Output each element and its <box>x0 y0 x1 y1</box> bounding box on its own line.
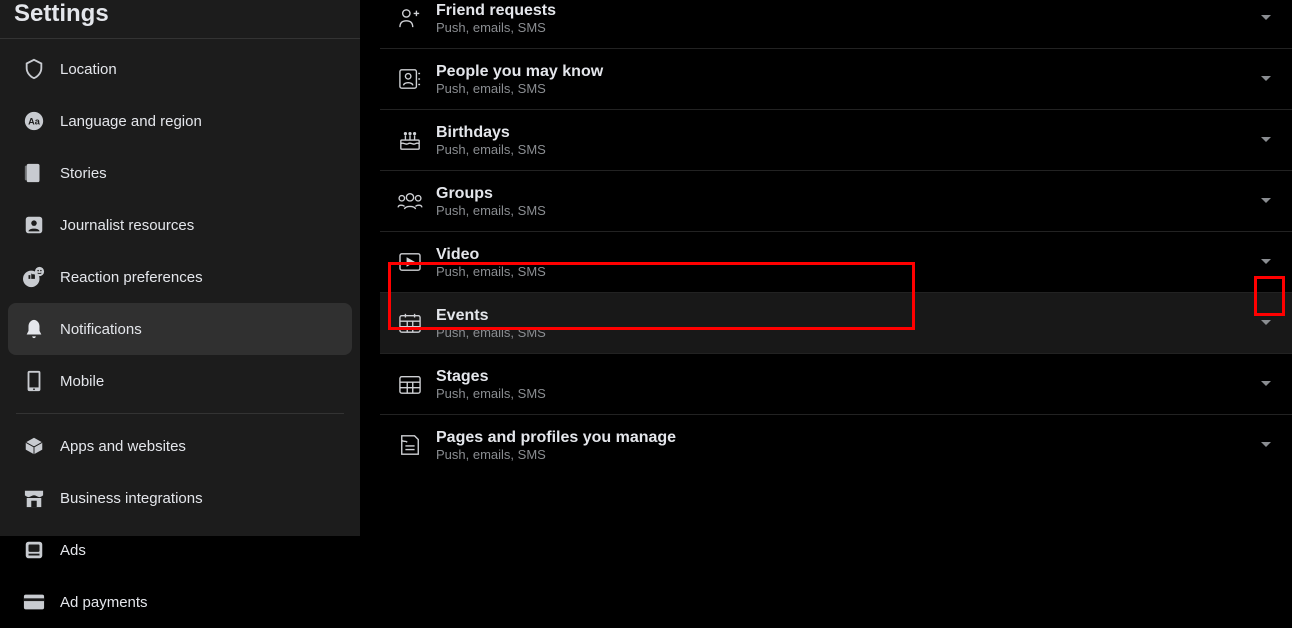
setting-sub: Push, emails, SMS <box>436 203 1256 218</box>
sidebar-item-label: Mobile <box>60 373 104 390</box>
sidebar-item-mobile[interactable]: Mobile <box>8 355 352 407</box>
sidebar-divider <box>16 413 344 414</box>
stages-icon <box>392 366 428 402</box>
setting-sub: Push, emails, SMS <box>436 325 1256 340</box>
setting-title: Groups <box>436 185 1256 203</box>
sidebar-item-ads[interactable]: Ads <box>8 524 352 576</box>
mobile-icon <box>16 363 52 399</box>
groups-icon <box>392 183 428 219</box>
sidebar-item-label: Stories <box>60 165 107 182</box>
chevron-down-icon <box>1256 130 1276 150</box>
setting-row-birthdays[interactable]: Birthdays Push, emails, SMS <box>380 110 1292 171</box>
sidebar-item-label: Journalist resources <box>60 217 194 234</box>
sidebar-item-business[interactable]: Business integrations <box>8 472 352 524</box>
chevron-down-icon <box>1256 191 1276 211</box>
setting-title: Events <box>436 307 1256 325</box>
setting-sub: Push, emails, SMS <box>436 264 1256 279</box>
setting-title: Pages and profiles you manage <box>436 429 1256 447</box>
setting-text: Video Push, emails, SMS <box>436 246 1256 279</box>
pages-icon <box>392 427 428 463</box>
sidebar-item-label: Language and region <box>60 113 202 130</box>
reaction-icon <box>16 259 52 295</box>
setting-title: People you may know <box>436 63 1256 81</box>
setting-sub: Push, emails, SMS <box>436 447 1256 462</box>
sidebar-item-label: Ads <box>60 542 86 559</box>
journalist-icon <box>16 207 52 243</box>
setting-sub: Push, emails, SMS <box>436 81 1256 96</box>
chevron-down-icon <box>1256 8 1276 28</box>
sidebar-item-label: Reaction preferences <box>60 269 203 286</box>
setting-row-video[interactable]: Video Push, emails, SMS <box>380 232 1292 293</box>
setting-text: Friend requests Push, emails, SMS <box>436 2 1256 35</box>
sidebar-item-stories[interactable]: Stories <box>8 147 352 199</box>
setting-text: Events Push, emails, SMS <box>436 307 1256 340</box>
sidebar-list: Location Aa Language and region Stories … <box>0 39 360 628</box>
chevron-down-icon <box>1256 69 1276 89</box>
stories-icon <box>16 155 52 191</box>
setting-sub: Push, emails, SMS <box>436 20 1256 35</box>
setting-text: Stages Push, emails, SMS <box>436 368 1256 401</box>
sidebar-item-journalist[interactable]: Journalist resources <box>8 199 352 251</box>
sidebar-item-notifications[interactable]: Notifications <box>8 303 352 355</box>
events-icon <box>392 305 428 341</box>
setting-title: Stages <box>436 368 1256 386</box>
chevron-down-icon <box>1256 313 1276 333</box>
svg-text:Aa: Aa <box>28 117 41 127</box>
payments-icon <box>16 584 52 620</box>
birthday-icon <box>392 122 428 158</box>
setting-title: Friend requests <box>436 2 1256 20</box>
sidebar-item-location[interactable]: Location <box>8 43 352 95</box>
sidebar-item-apps[interactable]: Apps and websites <box>8 420 352 472</box>
setting-title: Video <box>436 246 1256 264</box>
sidebar-item-label: Ad payments <box>60 594 148 611</box>
setting-row-pages[interactable]: Pages and profiles you manage Push, emai… <box>380 415 1292 475</box>
video-icon <box>392 244 428 280</box>
location-icon <box>16 51 52 87</box>
setting-row-groups[interactable]: Groups Push, emails, SMS <box>380 171 1292 232</box>
apps-icon <box>16 428 52 464</box>
bell-icon <box>16 311 52 347</box>
chevron-down-icon <box>1256 374 1276 394</box>
setting-text: Pages and profiles you manage Push, emai… <box>436 429 1256 462</box>
people-icon <box>392 61 428 97</box>
setting-row-stages[interactable]: Stages Push, emails, SMS <box>380 354 1292 415</box>
business-icon <box>16 480 52 516</box>
sidebar-item-ad-payments[interactable]: Ad payments <box>8 576 352 628</box>
notifications-settings-panel: Friend requests Push, emails, SMS People… <box>360 0 1292 536</box>
chevron-down-icon <box>1256 252 1276 272</box>
language-icon: Aa <box>16 103 52 139</box>
settings-sidebar: Settings Location Aa Language and region… <box>0 0 360 536</box>
page-title: Settings <box>14 0 346 28</box>
setting-sub: Push, emails, SMS <box>436 142 1256 157</box>
setting-row-friend-requests[interactable]: Friend requests Push, emails, SMS <box>380 0 1292 49</box>
sidebar-item-reaction[interactable]: Reaction preferences <box>8 251 352 303</box>
setting-title: Birthdays <box>436 124 1256 142</box>
sidebar-item-label: Notifications <box>60 321 142 338</box>
friend-requests-icon <box>392 0 428 36</box>
sidebar-header: Settings <box>0 0 360 39</box>
ads-icon <box>16 532 52 568</box>
setting-text: Birthdays Push, emails, SMS <box>436 124 1256 157</box>
sidebar-item-label: Business integrations <box>60 490 203 507</box>
setting-row-events[interactable]: Events Push, emails, SMS <box>380 293 1292 354</box>
sidebar-item-label: Apps and websites <box>60 438 186 455</box>
setting-row-people-you-may-know[interactable]: People you may know Push, emails, SMS <box>380 49 1292 110</box>
sidebar-item-language[interactable]: Aa Language and region <box>8 95 352 147</box>
setting-text: Groups Push, emails, SMS <box>436 185 1256 218</box>
setting-sub: Push, emails, SMS <box>436 386 1256 401</box>
chevron-down-icon <box>1256 435 1276 455</box>
setting-text: People you may know Push, emails, SMS <box>436 63 1256 96</box>
sidebar-item-label: Location <box>60 61 117 78</box>
